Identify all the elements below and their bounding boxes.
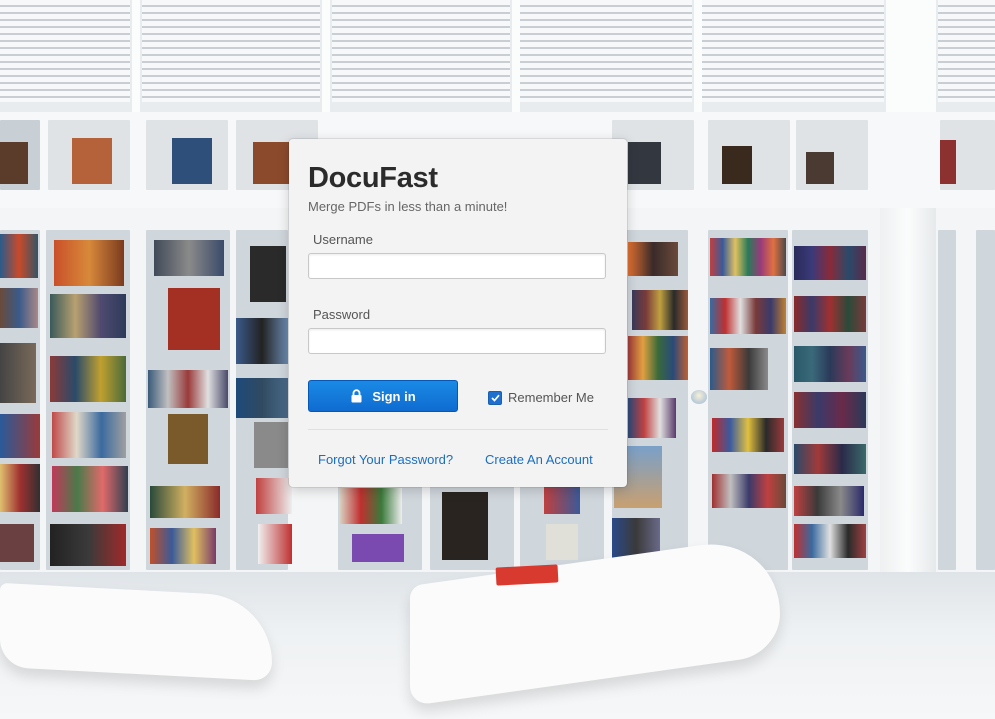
brand-title: DocuFast	[308, 162, 438, 194]
remember-me-label: Remember Me	[508, 390, 594, 405]
tagline: Merge PDFs in less than a minute!	[308, 199, 508, 214]
password-input[interactable]	[308, 328, 606, 354]
forgot-password-link[interactable]: Forgot Your Password?	[318, 452, 453, 467]
lock-icon	[350, 389, 363, 403]
password-label: Password	[313, 307, 371, 322]
username-input[interactable]	[308, 253, 606, 279]
remember-me-checkbox[interactable]: Remember Me	[488, 390, 594, 405]
checkmark-icon[interactable]	[488, 390, 502, 405]
decorative-disc-icon	[691, 390, 707, 404]
red-book-on-floor	[495, 564, 559, 586]
sign-in-button[interactable]: Sign in	[308, 380, 458, 412]
login-card: DocuFast Merge PDFs in less than a minut…	[289, 139, 627, 487]
create-account-link[interactable]: Create An Account	[485, 452, 593, 467]
ceiling-slats	[0, 0, 995, 112]
username-label: Username	[313, 232, 373, 247]
divider	[308, 429, 608, 430]
sign-in-label: Sign in	[372, 388, 416, 404]
